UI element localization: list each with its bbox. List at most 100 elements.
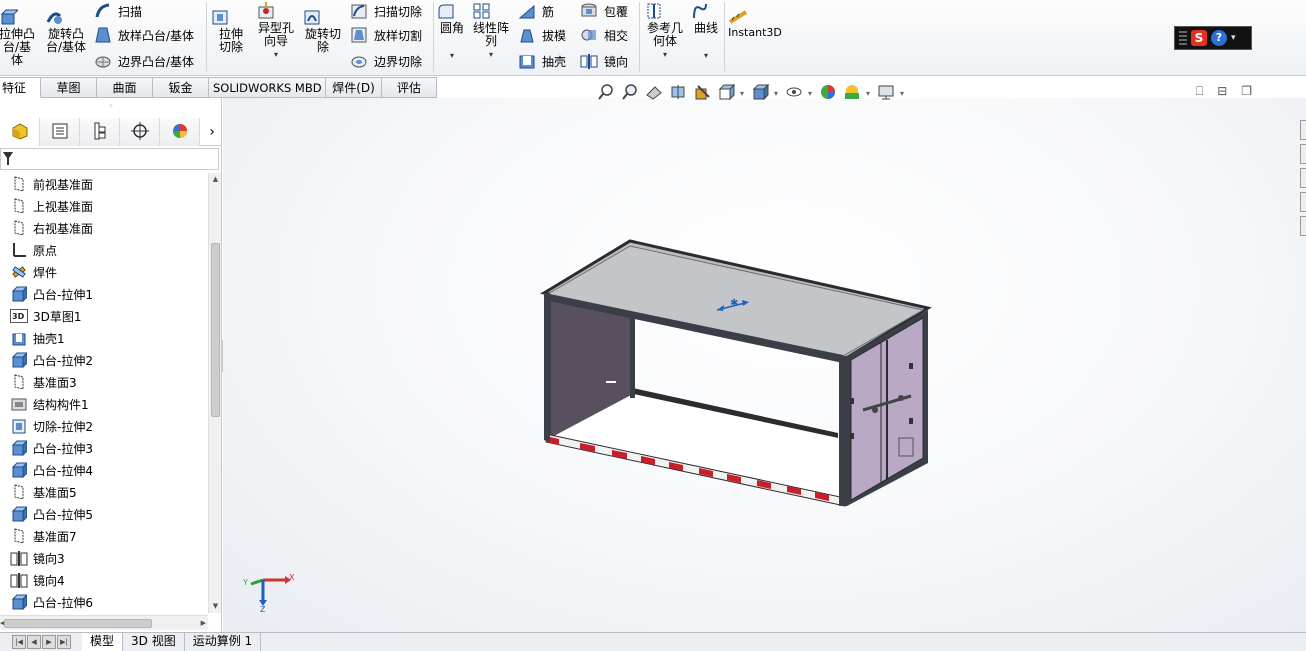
zoom-to-area-button[interactable] <box>620 83 640 103</box>
tab-motion-study[interactable]: 运动算例 1 <box>185 633 262 651</box>
scroll-right-arrow[interactable]: ▶ <box>201 616 206 631</box>
tab-sketch[interactable]: 草图 <box>41 77 97 98</box>
apply-scene-button[interactable] <box>842 83 862 103</box>
tab-sheet-metal[interactable]: 钣金 <box>153 77 209 98</box>
tab-feature-manager[interactable] <box>0 118 40 146</box>
reference-geometry-button[interactable]: 参考几何体 ▾ <box>644 2 686 61</box>
extrude-boss-button[interactable]: 拉伸凸台/基体 <box>0 8 36 67</box>
last-tab-button[interactable]: ▶| <box>57 635 71 649</box>
tree-node[interactable]: 3D 3D草图1 <box>0 305 208 327</box>
tab-features[interactable]: 特征 <box>0 77 41 98</box>
view-orientation-dropdown[interactable]: ▾ <box>740 89 746 98</box>
linear-pattern-dropdown[interactable]: ▾ <box>472 48 510 61</box>
hide-show-dropdown[interactable]: ▾ <box>808 89 814 98</box>
rib-button[interactable]: 筋 <box>518 0 554 22</box>
tree-node[interactable]: 切除-拉伸2 <box>0 415 208 437</box>
scroll-thumb[interactable] <box>4 619 152 628</box>
scroll-down-arrow[interactable]: ▼ <box>209 600 222 613</box>
tree-node[interactable]: 基准面5 <box>0 481 208 503</box>
intersect-button[interactable]: 相交 <box>580 24 628 46</box>
sogou-ime-toolbar[interactable]: S ? ▾ <box>1174 26 1252 50</box>
tree-node[interactable]: 前视基准面 <box>0 173 208 195</box>
fillet-button[interactable]: 圆角 ▾ <box>436 2 468 62</box>
extrude-cut-button[interactable]: 拉伸切除 <box>210 8 252 54</box>
task-pane-tab[interactable] <box>1300 192 1306 212</box>
linear-pattern-button[interactable]: 线性阵列 ▾ <box>472 2 510 61</box>
drag-handle-icon[interactable] <box>1179 31 1187 45</box>
graphics-area[interactable]: ✱ X Y Z <box>223 98 1306 632</box>
previous-view-button[interactable] <box>644 83 664 103</box>
tree-node[interactable]: 凸台-拉伸1 <box>0 283 208 305</box>
tree-node[interactable]: 凸台-拉伸6 <box>0 591 208 613</box>
tab-configuration-manager[interactable] <box>80 118 120 146</box>
tab-3d-views[interactable]: 3D 视图 <box>123 633 185 651</box>
tab-property-manager[interactable] <box>40 118 80 146</box>
hole-wizard-dropdown[interactable]: ▾ <box>256 48 296 61</box>
panel-grip[interactable]: ◦ <box>0 98 222 118</box>
tree-node[interactable]: 上视基准面 <box>0 195 208 217</box>
panel-tabs-next-arrow[interactable]: › <box>202 118 222 146</box>
tree-node[interactable]: 焊件 <box>0 261 208 283</box>
tab-evaluate[interactable]: 评估 <box>382 77 437 98</box>
dynamic-annotation-button[interactable] <box>692 83 712 103</box>
tree-node[interactable]: 凸台-拉伸2 <box>0 349 208 371</box>
tree-node[interactable]: 基准面3 <box>0 371 208 393</box>
next-tab-button[interactable]: ▶ <box>42 635 56 649</box>
sweep-cut-button[interactable]: 扫描切除 <box>350 0 422 22</box>
tree-node[interactable]: 原点 <box>0 239 208 261</box>
edit-appearance-button[interactable] <box>818 83 838 103</box>
tree-horizontal-scrollbar[interactable]: ◀ ▶ <box>0 615 208 630</box>
boundary-cut-button[interactable]: 边界切除 <box>350 50 422 72</box>
reference-geometry-dropdown[interactable]: ▾ <box>644 48 686 61</box>
tree-node[interactable]: 基准面7 <box>0 525 208 547</box>
sweep-button[interactable]: 扫描 <box>94 0 142 22</box>
mirror-button[interactable]: 镜向 <box>580 50 628 72</box>
tab-surfaces[interactable]: 曲面 <box>97 77 153 98</box>
apply-scene-dropdown[interactable]: ▾ <box>866 89 872 98</box>
tree-node[interactable]: 凸台-拉伸4 <box>0 459 208 481</box>
tab-weldments[interactable]: 焊件(D) <box>326 77 382 98</box>
instant3d-button[interactable]: Instant3D <box>728 8 782 39</box>
ime-menu-arrow[interactable]: ▾ <box>1231 33 1236 43</box>
tab-model[interactable]: 模型 <box>82 633 124 651</box>
wrap-button[interactable]: 包覆 <box>580 0 628 22</box>
boundary-boss-button[interactable]: 边界凸台/基体 <box>94 50 194 72</box>
section-view-button[interactable] <box>668 83 688 103</box>
draft-button[interactable]: 拔模 <box>518 24 566 46</box>
tree-node[interactable]: 凸台-拉伸3 <box>0 437 208 459</box>
task-pane-tab[interactable] <box>1300 168 1306 188</box>
tree-node[interactable]: 结构构件1 <box>0 393 208 415</box>
tab-solidworks-mbd[interactable]: SOLIDWORKS MBD <box>209 77 326 98</box>
loft-cut-button[interactable]: 放样切割 <box>350 24 422 46</box>
tree-node[interactable]: 镜向4 <box>0 569 208 591</box>
tab-display-manager[interactable] <box>160 118 200 146</box>
first-tab-button[interactable]: |◀ <box>12 635 26 649</box>
task-pane-tabs[interactable] <box>1300 120 1306 270</box>
curves-button[interactable]: 曲线 ▾ <box>690 2 722 62</box>
view-settings-dropdown[interactable]: ▾ <box>900 89 906 98</box>
help-icon[interactable]: ? <box>1211 30 1227 46</box>
view-settings-button[interactable] <box>876 83 896 103</box>
fillet-dropdown[interactable]: ▾ <box>436 49 468 62</box>
zoom-to-fit-button[interactable] <box>596 83 616 103</box>
loft-boss-button[interactable]: 放样凸台/基体 <box>94 24 194 46</box>
tab-dimxpert-manager[interactable] <box>120 118 160 146</box>
restore-viewport-button[interactable]: ⎕ <box>1196 84 1203 99</box>
tree-vertical-scrollbar[interactable]: ▲ ▼ <box>208 173 221 613</box>
display-style-button[interactable] <box>750 83 770 103</box>
view-orientation-button[interactable] <box>716 83 736 103</box>
task-pane-tab[interactable] <box>1300 216 1306 236</box>
feature-filter[interactable] <box>0 148 219 170</box>
prev-tab-button[interactable]: ◀ <box>27 635 41 649</box>
sogou-logo-icon[interactable]: S <box>1191 30 1207 46</box>
hide-show-items-button[interactable] <box>784 83 804 103</box>
curves-dropdown[interactable]: ▾ <box>690 49 722 62</box>
hole-wizard-button[interactable]: 异型孔向导 ▾ <box>256 2 296 61</box>
display-style-dropdown[interactable]: ▾ <box>774 89 780 98</box>
tree-node[interactable]: 凸台-拉伸5 <box>0 503 208 525</box>
scroll-thumb[interactable] <box>211 243 220 417</box>
revolve-boss-button[interactable]: 旋转凸台/基体 <box>44 8 88 54</box>
container-model[interactable]: ✱ <box>223 98 1306 632</box>
minimize-viewport-button[interactable]: ⊟ <box>1217 84 1227 99</box>
task-pane-tab[interactable] <box>1300 120 1306 140</box>
